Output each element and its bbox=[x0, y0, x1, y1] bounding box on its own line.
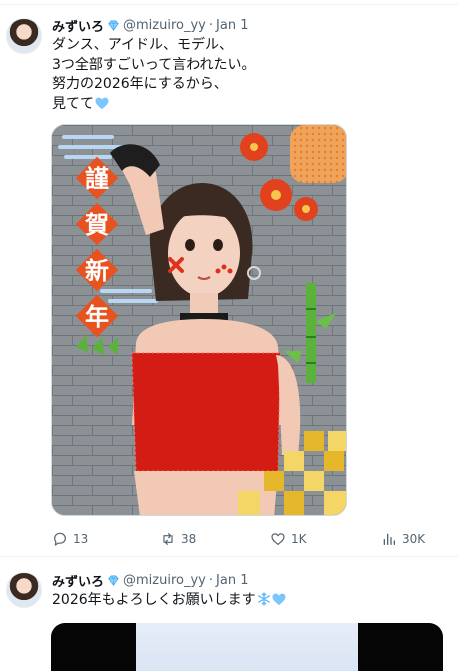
like-count: 1K bbox=[291, 532, 307, 546]
tweet-photo[interactable]: 謹 賀 新 年 bbox=[51, 124, 347, 516]
blue-heart-icon bbox=[272, 593, 286, 606]
tweet-text-line: 見てて bbox=[52, 95, 256, 115]
display-name[interactable]: みずいろ bbox=[52, 16, 104, 35]
tweet-header: みずいろ @mizuiro_yy · Jan 1 bbox=[52, 571, 248, 590]
user-handle[interactable]: @mizuiro_yy bbox=[123, 18, 206, 33]
tweet[interactable]: みずいろ @mizuiro_yy · Jan 1 ダンス、アイドル、モデル、 3… bbox=[0, 5, 458, 557]
diamond-icon bbox=[106, 573, 121, 588]
greeting-char: 新 bbox=[85, 257, 109, 285]
retweet-count: 38 bbox=[181, 532, 197, 546]
diamond-icon bbox=[106, 18, 121, 33]
user-handle[interactable]: @mizuiro_yy bbox=[123, 573, 206, 588]
tweet-text-fragment: 2026年もよろしくお願いします bbox=[52, 592, 256, 608]
tweet-text-line: 2026年もよろしくお願いします bbox=[52, 591, 286, 611]
views-icon bbox=[383, 533, 395, 545]
tweet-photo-content bbox=[136, 623, 358, 671]
avatar[interactable] bbox=[6, 572, 42, 608]
greeting-char: 賀 bbox=[84, 211, 109, 239]
display-name[interactable]: みずいろ bbox=[52, 571, 104, 590]
separator-dot: · bbox=[208, 17, 214, 33]
tweet-text-line: ダンス、アイドル、モデル、 bbox=[52, 37, 234, 53]
tweet-text-line: 3つ全部すごいって言われたい。 bbox=[52, 56, 256, 73]
reply-icon bbox=[54, 532, 66, 546]
tweet-date[interactable]: Jan 1 bbox=[216, 573, 248, 588]
retweet-button[interactable]: 38 bbox=[160, 529, 196, 549]
tweet[interactable]: みずいろ @mizuiro_yy · Jan 1 2026年もよろしくお願いしま… bbox=[0, 558, 458, 671]
reply-button[interactable]: 13 bbox=[52, 529, 88, 549]
blue-heart-icon bbox=[95, 97, 109, 110]
reply-count: 13 bbox=[73, 532, 89, 546]
heart-icon bbox=[271, 533, 285, 545]
tweet-text: 2026年もよろしくお願いします bbox=[52, 591, 286, 611]
tweet-photo[interactable] bbox=[51, 623, 443, 671]
separator-dot: · bbox=[208, 572, 214, 588]
tweet-header: みずいろ @mizuiro_yy · Jan 1 bbox=[52, 16, 248, 35]
greeting-char: 年 bbox=[85, 303, 109, 331]
tweet-actions: 13 38 1K 30K bbox=[52, 529, 432, 549]
tweet-text-line: 努力の2026年にするから、 bbox=[52, 76, 228, 92]
views-count: 30K bbox=[402, 532, 426, 546]
tweet-text-fragment: 見てて bbox=[52, 95, 94, 112]
tweet-date[interactable]: Jan 1 bbox=[216, 18, 248, 33]
snowflake-icon bbox=[257, 592, 271, 606]
greeting-char: 謹 bbox=[85, 165, 109, 193]
tweet-text: ダンス、アイドル、モデル、 3つ全部すごいって言われたい。 努力の2026年にす… bbox=[52, 36, 256, 114]
views-button[interactable]: 30K bbox=[381, 529, 425, 549]
retweet-icon bbox=[163, 533, 173, 545]
like-button[interactable]: 1K bbox=[270, 529, 307, 549]
avatar[interactable] bbox=[6, 18, 42, 54]
